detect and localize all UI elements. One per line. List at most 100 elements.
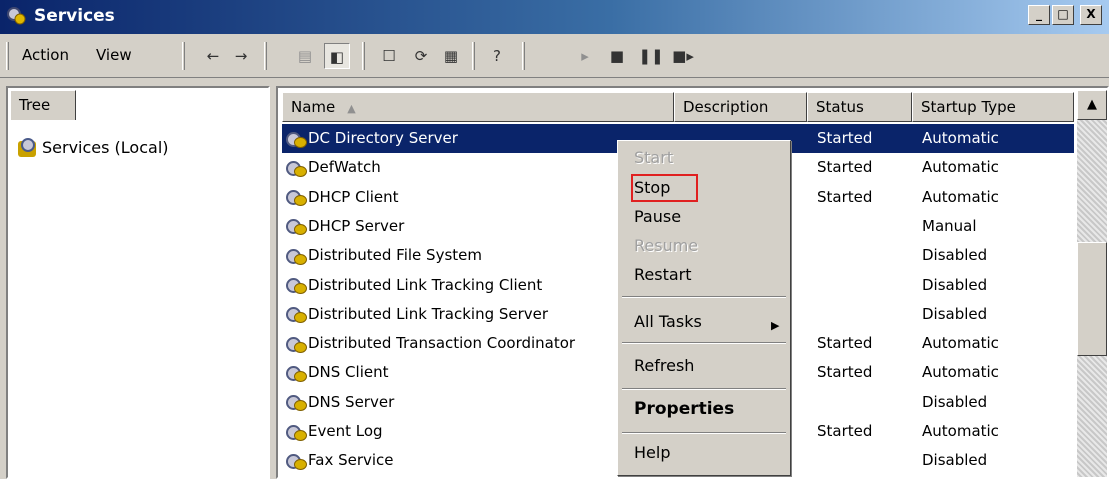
service-gear-icon <box>286 189 307 207</box>
service-status: Started <box>817 363 873 382</box>
properties-icon[interactable]: ☐ <box>376 43 402 69</box>
menu-item-restart[interactable]: Restart <box>634 265 692 284</box>
menu-item-help[interactable]: Help <box>634 443 670 462</box>
service-name: DHCP Server <box>308 216 405 235</box>
title-bar[interactable]: Services _ □ X <box>0 0 1109 34</box>
toolbar-separator <box>264 42 267 70</box>
service-name-cell: Distributed Link Tracking Client <box>286 271 542 300</box>
service-startup-type: Automatic <box>922 363 999 382</box>
service-startup-type: Disabled <box>922 304 988 323</box>
back-icon[interactable]: ← <box>200 43 226 69</box>
service-status: Started <box>817 187 873 206</box>
column-header-status[interactable]: Status <box>807 92 912 122</box>
services-icon <box>18 137 36 157</box>
service-name-cell: DefWatch <box>286 153 381 182</box>
service-startup-type: Automatic <box>922 158 999 177</box>
show-hide-tree-icon[interactable]: ◧ <box>324 43 350 69</box>
menu-item-refresh[interactable]: Refresh <box>634 356 694 375</box>
menu-separator <box>622 342 786 344</box>
service-name: Distributed Transaction Coordinator <box>308 334 576 353</box>
menu-item-all-tasks[interactable]: All Tasks <box>634 312 702 331</box>
export-list-icon[interactable]: ▦ <box>438 43 464 69</box>
tree-item-services-local[interactable]: Services (Local) <box>18 137 169 157</box>
pause-icon[interactable]: ❚❚ <box>638 43 664 69</box>
maximize-button[interactable]: □ <box>1052 5 1074 25</box>
tree-item-label: Services (Local) <box>42 138 169 157</box>
vertical-scrollbar[interactable]: ▲ <box>1077 90 1107 477</box>
menu-item-properties[interactable]: Properties <box>634 399 734 419</box>
menu-item-start[interactable]: Start <box>634 148 673 167</box>
toolbar-separator <box>472 42 475 70</box>
service-name: Distributed File System <box>308 246 482 265</box>
service-name-cell: Fax Service <box>286 446 394 475</box>
service-startup-type: Disabled <box>922 246 988 265</box>
close-button[interactable]: X <box>1080 5 1102 25</box>
service-name-cell: DNS Server <box>286 388 394 417</box>
start-icon[interactable]: ▸ <box>572 43 598 69</box>
service-gear-icon <box>286 277 307 294</box>
tab-tree[interactable]: Tree <box>10 90 76 120</box>
menu-separator <box>622 296 786 298</box>
service-gear-icon <box>286 306 307 324</box>
service-name-cell: DNS Client <box>286 358 389 387</box>
service-name-cell: Distributed Link Tracking Server <box>286 300 548 329</box>
service-name: DNS Client <box>308 363 389 382</box>
stop-icon[interactable]: ■ <box>604 43 630 69</box>
service-gear-icon <box>286 365 307 382</box>
service-status: Started <box>817 422 873 440</box>
list-header: Name ▲ Description Status Startup Type <box>282 92 1082 122</box>
column-header-name[interactable]: Name ▲ <box>282 92 674 122</box>
menu-item-pause[interactable]: Pause <box>634 207 681 226</box>
service-name-cell: DC Directory Server <box>286 124 458 153</box>
service-gear-icon <box>286 394 307 412</box>
service-startup-type: Automatic <box>922 334 999 353</box>
service-startup-type: Automatic <box>922 422 999 440</box>
service-name: Distributed Link Tracking Client <box>308 275 543 294</box>
service-name: Event Log <box>308 422 383 440</box>
service-status: Started <box>817 334 873 353</box>
toolbar-grip[interactable] <box>6 42 9 70</box>
service-name: DC Directory Server <box>308 129 458 147</box>
minimize-button[interactable]: _ <box>1028 5 1050 25</box>
service-status: Started <box>817 129 873 147</box>
menu-separator <box>622 432 786 434</box>
service-name: DefWatch <box>308 158 381 177</box>
submenu-arrow-icon: ▶ <box>771 319 780 332</box>
scroll-thumb[interactable] <box>1077 242 1107 356</box>
service-startup-type: Disabled <box>922 275 988 294</box>
service-name-cell: DHCP Client <box>286 183 399 212</box>
window-title: Services <box>34 6 115 26</box>
service-name: DNS Server <box>308 392 395 411</box>
toolbar-separator <box>362 42 365 70</box>
service-name: Fax Service <box>308 451 394 470</box>
forward-icon[interactable]: → <box>228 43 254 69</box>
help-icon[interactable]: ? <box>484 43 510 69</box>
service-startup-type: Disabled <box>922 392 988 411</box>
scroll-up-arrow-icon[interactable]: ▲ <box>1077 90 1107 120</box>
toolbar-separator <box>522 42 525 70</box>
menu-item-resume[interactable]: Resume <box>634 236 698 255</box>
service-gear-icon <box>286 336 307 353</box>
service-name: Distributed Link Tracking Server <box>308 304 549 323</box>
service-gear-icon <box>286 131 307 148</box>
column-header-description[interactable]: Description <box>674 92 807 122</box>
service-gear-icon <box>286 248 307 265</box>
menu-action[interactable]: Action <box>22 46 69 64</box>
service-gear-icon <box>286 160 307 177</box>
service-gear-icon <box>286 218 307 236</box>
service-gear-icon <box>286 424 307 441</box>
refresh-icon[interactable]: ⟳ <box>408 43 434 69</box>
column-header-startup-type[interactable]: Startup Type <box>912 92 1074 122</box>
up-icon[interactable]: ▤ <box>292 43 318 69</box>
menu-view[interactable]: View <box>96 46 132 64</box>
toolbar-separator <box>182 42 185 70</box>
services-app-icon <box>6 6 28 31</box>
service-startup-type: Automatic <box>922 187 999 206</box>
menu-separator <box>622 388 786 390</box>
service-startup-type: Disabled <box>922 451 988 470</box>
service-name: DHCP Client <box>308 187 399 206</box>
restart-icon[interactable]: ■▸ <box>670 43 696 69</box>
stop-highlight-box <box>631 174 698 202</box>
toolbar: Action View ← → ▤ ◧ ☐ ⟳ ▦ ? ▸ ■ ❚❚ ■▸ <box>0 34 1109 78</box>
service-name-cell: DHCP Server <box>286 212 404 241</box>
